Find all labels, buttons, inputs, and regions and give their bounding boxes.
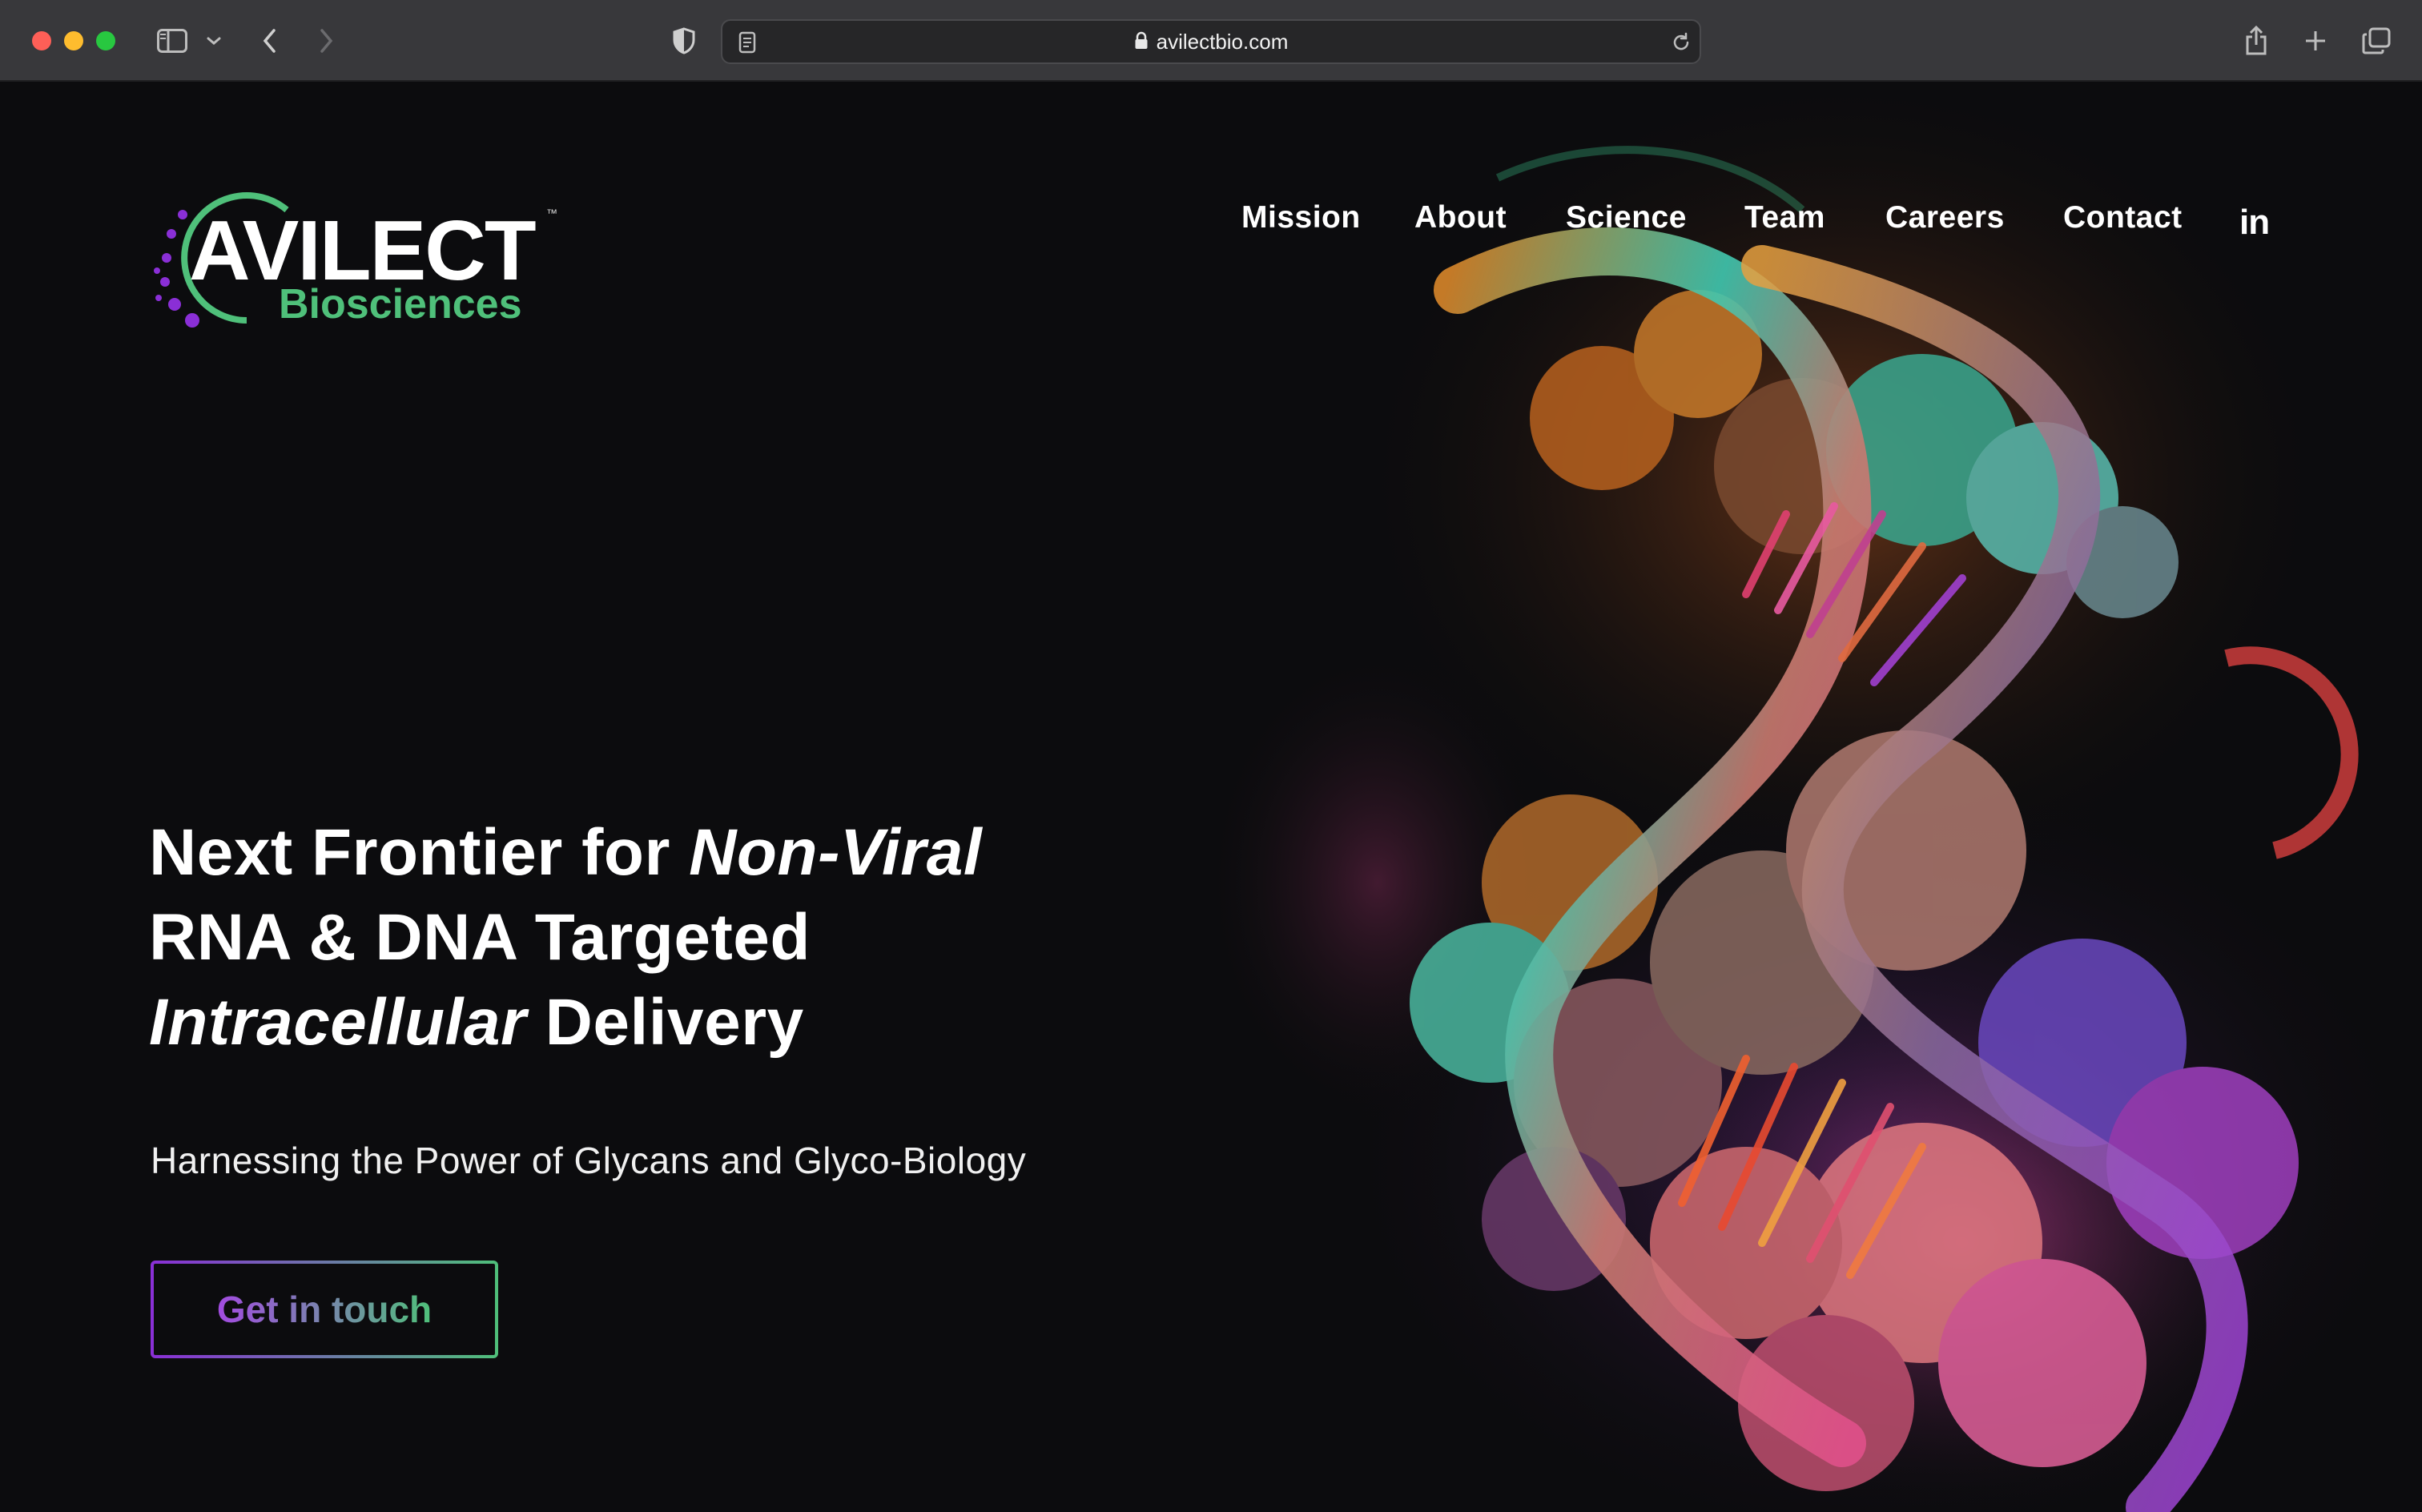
hero-headline: Next Frontier for Non-Viral RNA & DNA Ta… xyxy=(149,810,1110,1065)
get-in-touch-label: Get in touch xyxy=(216,1289,432,1330)
headline-line1-text: Next Frontier for xyxy=(149,816,690,889)
nav-team[interactable]: Team xyxy=(1744,200,1825,235)
dna-artwork-image xyxy=(1201,82,2422,1512)
sidebar-icon[interactable] xyxy=(155,24,189,58)
shield-icon[interactable] xyxy=(670,24,698,58)
nav-about[interactable]: About xyxy=(1414,200,1507,235)
headline-line3-italic: Intracellular xyxy=(149,986,527,1059)
get-in-touch-button[interactable]: Get in touch xyxy=(151,1261,498,1358)
hero-section: AVILECT ™ Biosciences Mission About Scie… xyxy=(0,82,2422,1512)
minimize-window-button[interactable] xyxy=(64,31,83,50)
headline-line1-italic: Non-Viral xyxy=(689,816,983,889)
headline-line2-text: RNA & DNA Targeted xyxy=(149,901,811,974)
nav-mission[interactable]: Mission xyxy=(1241,200,1361,235)
url-text: avilectbio.com xyxy=(1156,30,1289,54)
browser-toolbar: avilectbio.com xyxy=(0,0,2422,82)
nav-contact[interactable]: Contact xyxy=(2063,200,2183,235)
tabs-overview-icon[interactable] xyxy=(2361,24,2392,58)
forward-icon[interactable] xyxy=(314,24,338,58)
lock-icon xyxy=(1134,22,1149,64)
nav-careers[interactable]: Careers xyxy=(1885,200,2005,235)
hero-subtitle: Harnessing the Power of Glycans and Glyc… xyxy=(151,1140,1027,1181)
linkedin-icon[interactable]: in xyxy=(2239,205,2270,240)
zoom-window-button[interactable] xyxy=(96,31,115,50)
logo-trademark: ™ xyxy=(546,207,557,219)
close-window-button[interactable] xyxy=(32,31,51,50)
avilect-logo[interactable]: AVILECT ™ Biosciences xyxy=(151,178,567,338)
new-tab-icon[interactable] xyxy=(2302,24,2329,58)
reload-icon[interactable] xyxy=(1669,26,1693,59)
headline-line3-text: Delivery xyxy=(526,986,804,1059)
logo-subtitle: Biosciences xyxy=(279,281,522,328)
chevron-down-icon[interactable] xyxy=(205,24,223,58)
address-bar[interactable]: avilectbio.com xyxy=(721,19,1701,64)
back-icon[interactable] xyxy=(258,24,282,58)
nav-science[interactable]: Science xyxy=(1566,200,1687,235)
share-icon[interactable] xyxy=(2243,24,2270,58)
